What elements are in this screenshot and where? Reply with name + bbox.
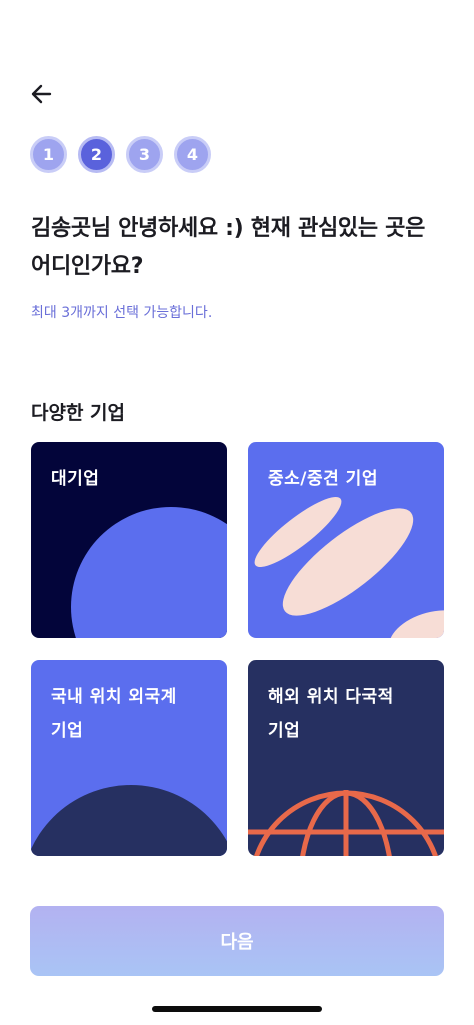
option-card-foreign-company-domestic[interactable]: 국내 위치 외국계 기업 [31, 660, 227, 856]
option-label: 대기업 [51, 469, 100, 489]
step-3: 3 [126, 136, 163, 173]
next-button[interactable]: 다음 [30, 906, 444, 976]
option-card-sme[interactable]: 중소/중견 기업 [248, 442, 444, 638]
home-indicator [152, 1006, 322, 1012]
step-4: 4 [174, 136, 211, 173]
step-2-current: 2 [78, 136, 115, 173]
option-label: 해외 위치 다국적 기업 [268, 687, 394, 741]
option-label: 중소/중견 기업 [268, 469, 378, 489]
option-card-multinational-overseas[interactable]: 해외 위치 다국적 기업 [248, 660, 444, 856]
option-label: 국내 위치 외국계 기업 [51, 687, 177, 741]
selection-limit-hint: 최대 3개까지 선택 가능합니다. [31, 305, 213, 321]
arrow-left-icon[interactable] [26, 78, 58, 110]
section-title: 다양한 기업 [31, 402, 126, 424]
question-title: 김송곳님 안녕하세요 :) 현재 관심있는 곳은 어디인가요? [31, 216, 426, 279]
option-card-large-company[interactable]: 대기업 [31, 442, 227, 638]
step-1: 1 [30, 136, 67, 173]
step-indicator: 1 2 3 4 [30, 136, 211, 173]
